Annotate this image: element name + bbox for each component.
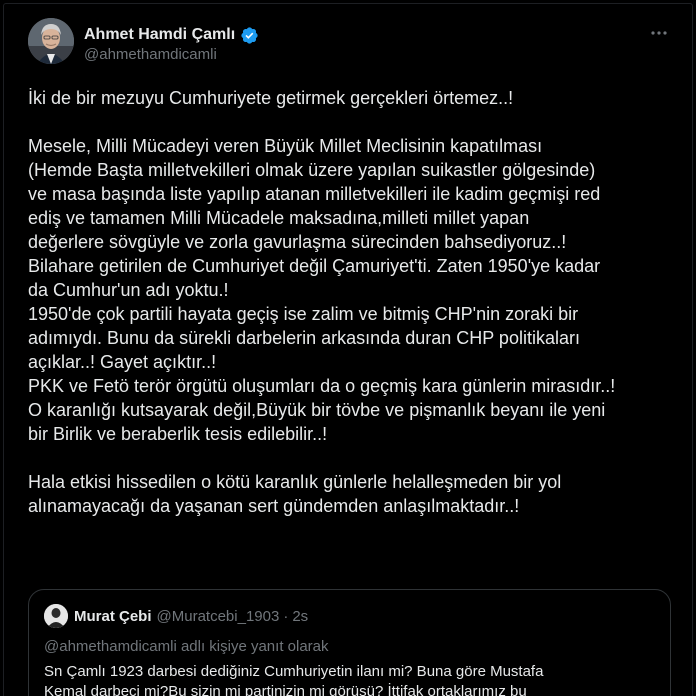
quoted-author-handle[interactable]: @Muratcebi_1903	[157, 608, 280, 625]
tweet-line: PKK ve Fetö terör örgütü oluşumları da o…	[28, 376, 616, 396]
tweet-line: 1950'de çok partili hayata geçiş ise zal…	[28, 304, 579, 324]
tweet-text: İki de bir mezuyu Cumhuriyete getirmek g…	[28, 86, 676, 518]
tweet-line: Bilahare getirilen de Cumhuriyet değil Ç…	[28, 256, 601, 276]
tweet-line: ediş ve tamamen Milli Mücadele maksadına…	[28, 208, 530, 228]
tweet-line: ve masa başında liste yapılıp atanan mil…	[28, 184, 601, 204]
quoted-timestamp[interactable]: 2s	[292, 608, 308, 625]
tweet-line: O karanlığı kutsayarak değil,Büyük bir t…	[28, 400, 606, 420]
quoted-author-avatar[interactable]	[44, 604, 68, 628]
author-name-row: Ahmet Hamdi Çamlı	[84, 24, 259, 46]
quoted-line: Kemal darbeci mi?Bu sizin mi partinizin …	[44, 683, 527, 696]
tweet-header: Ahmet Hamdi Çamlı @ahmethamdicamli	[28, 18, 678, 68]
tweet-line: bir Birlik ve beraberlik tesis edilebili…	[28, 424, 328, 444]
profile-photo	[28, 18, 74, 64]
separator-dot: ·	[283, 607, 289, 625]
tweet-line: Hala etkisi hissedilen o kötü karanlık g…	[28, 472, 562, 492]
tweet-line: alınamayacağı da yaşanan sert gündemden …	[28, 496, 520, 516]
profile-photo	[44, 604, 68, 628]
tweet-line: (Hemde Başta milletvekilleri olmak üzere…	[28, 160, 596, 180]
tweet-line: adımıydı. Bunu da sürekli darbelerin ark…	[28, 328, 580, 348]
tweet-line: İki de bir mezuyu Cumhuriyete getirmek g…	[28, 88, 514, 108]
tweet-line: da Cumhur'un adı yoktu.!	[28, 280, 229, 300]
reply-context: @ahmethamdicamli adlı kişiye yanıt olara…	[44, 638, 329, 655]
tweet-card: Ahmet Hamdi Çamlı @ahmethamdicamli İki d…	[3, 3, 693, 696]
author-name[interactable]: Ahmet Hamdi Çamlı	[84, 26, 235, 44]
quoted-tweet-header: Murat Çebi @Muratcebi_1903 · 2s	[44, 604, 308, 628]
quoted-tweet-text: Sn Çamlı 1923 darbesi dediğiniz Cumhuriy…	[44, 662, 659, 696]
quoted-author-name[interactable]: Murat Çebi	[74, 608, 152, 625]
author-avatar[interactable]	[28, 18, 74, 64]
author-handle[interactable]: @ahmethamdicamli	[84, 46, 217, 63]
quoted-tweet[interactable]: Murat Çebi @Muratcebi_1903 · 2s @ahmetha…	[28, 589, 671, 696]
verified-badge-icon	[241, 26, 258, 44]
tweet-line: açıklar..! Gayet açıktır..!	[28, 352, 217, 372]
tweet-line: Mesele, Milli Mücadeyi veren Büyük Mille…	[28, 136, 543, 156]
quoted-line: Sn Çamlı 1923 darbesi dediğiniz Cumhuriy…	[44, 663, 544, 680]
more-options-icon[interactable]	[648, 22, 670, 44]
tweet-line: değerlere sövgüyle ve zorla gavurlaşma s…	[28, 232, 567, 252]
